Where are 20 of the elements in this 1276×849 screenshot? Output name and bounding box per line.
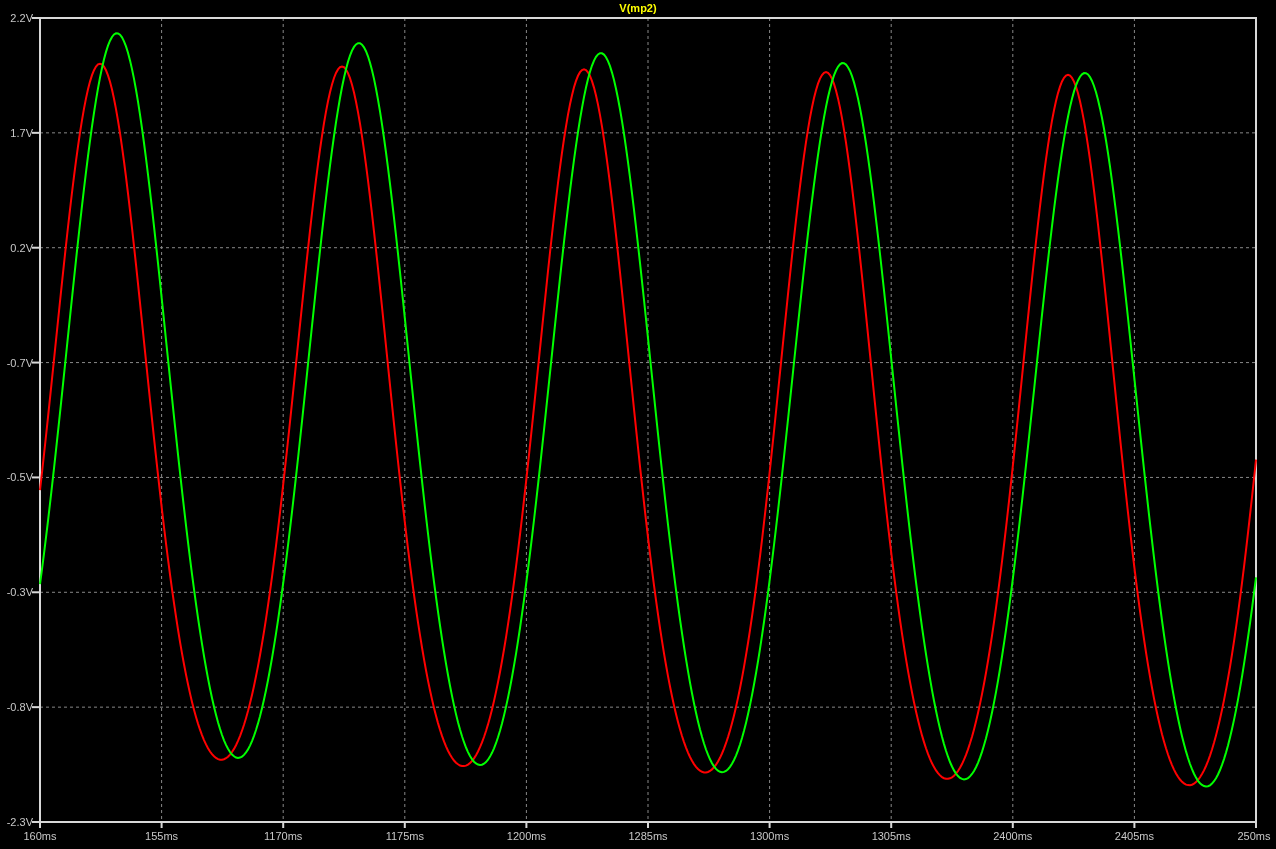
axis-tick-label: 2.2V (10, 12, 33, 24)
axis-tick-label: 2405ms (1114, 830, 1154, 842)
axis-tick-label: -0.3V (6, 586, 33, 599)
axis-tick-label: -0.5V (6, 471, 33, 484)
axis-tick-label: 1170ms (264, 830, 303, 842)
axis-tick-label: -0.7V (6, 356, 33, 369)
axis-tick-label: 1175ms (385, 830, 424, 842)
axis-tick-label: -2.3V (6, 816, 33, 828)
axis-tick-label: 2400ms (993, 830, 1033, 842)
axis-tick-label: 1305ms (871, 830, 911, 842)
axis-tick-label: 1200ms (506, 830, 546, 842)
axis-tick-label: 160ms (23, 830, 57, 842)
axis-tick-label: 0.2V (10, 241, 33, 254)
axis-tick-label: 1300ms (750, 830, 790, 842)
axis-tick-label: -0.8V (6, 701, 33, 714)
axis-tick-label: 1285ms (628, 830, 668, 842)
trace-title: V(mp2) (619, 2, 657, 14)
axis-tick-label: 1.7V (10, 126, 33, 139)
axis-tick-label: 155ms (145, 830, 179, 842)
axis-tick-label: 250ms (1237, 830, 1271, 842)
